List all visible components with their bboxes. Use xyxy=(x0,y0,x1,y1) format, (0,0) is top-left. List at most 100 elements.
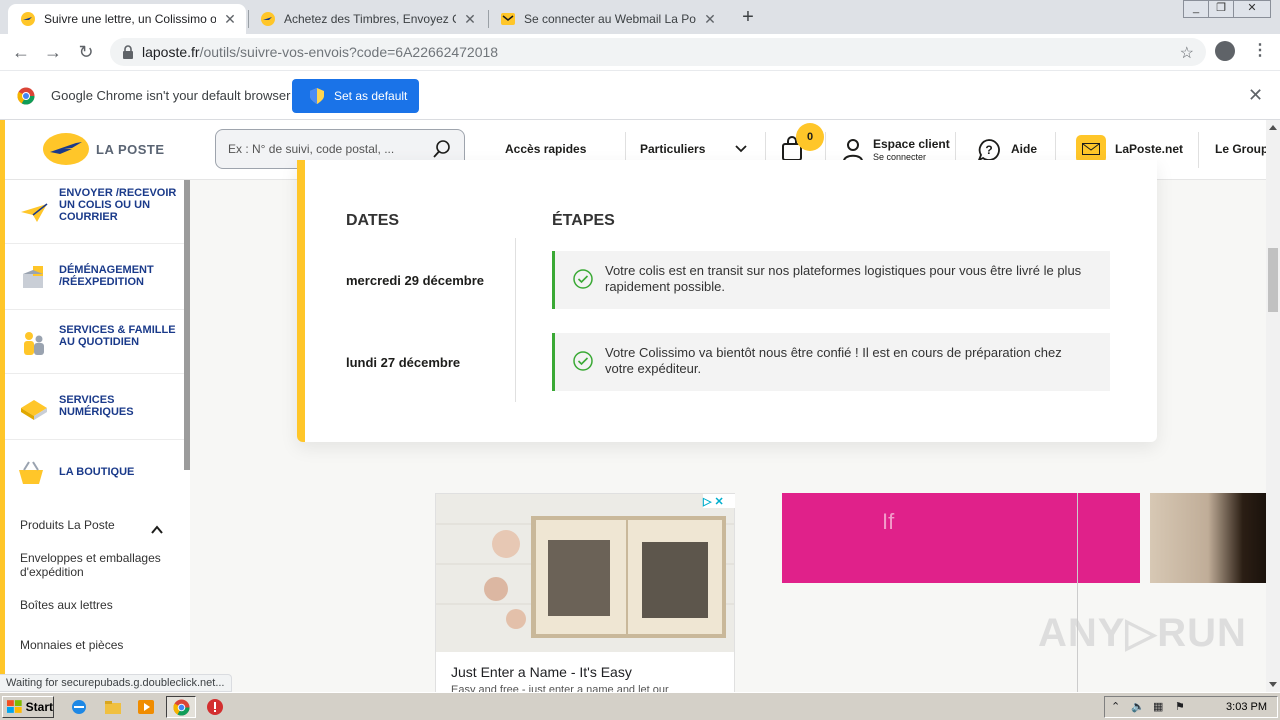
page-scrollbar[interactable] xyxy=(1266,120,1280,692)
search-placeholder: Ex : N° de suivi, code postal, ... xyxy=(228,142,395,156)
ad-text: If xyxy=(882,509,895,534)
search-icon[interactable] xyxy=(432,139,452,159)
boutique-link-produits[interactable]: Produits La Poste xyxy=(20,518,180,532)
advertisement-image[interactable] xyxy=(1150,493,1266,583)
laposte-bird-logo-icon xyxy=(43,133,89,165)
sidebar-item-label: LA BOUTIQUE xyxy=(59,466,135,478)
sidebar-item-services-numeriques[interactable]: SERVICES NUMÉRIQUES xyxy=(5,374,185,440)
profile-avatar-icon[interactable] xyxy=(1215,41,1235,61)
tab-suivre[interactable]: Suivre une lettre, un Colissimo ou un ✕ xyxy=(8,4,246,34)
tracking-card: DATES ÉTAPES mercredi 29 décembre Votre … xyxy=(297,160,1157,442)
scroll-up-arrow-icon[interactable] xyxy=(1269,125,1277,130)
tab-timbres[interactable]: Achetez des Timbres, Envoyez Courr ✕ xyxy=(248,4,486,34)
scroll-down-arrow-icon[interactable] xyxy=(1269,682,1277,687)
anyrun-watermark: ANY▷RUN xyxy=(1038,611,1247,655)
event-date: lundi 27 décembre xyxy=(346,355,461,370)
steps-header: ÉTAPES xyxy=(552,212,615,229)
advertisement-pink-banner[interactable]: If xyxy=(782,493,1140,583)
forward-arrow-icon[interactable]: → xyxy=(42,42,64,64)
url-host: laposte.fr xyxy=(142,44,200,60)
check-circle-icon xyxy=(573,351,593,371)
taskbar-chrome-button[interactable] xyxy=(166,696,196,718)
svg-text:?: ? xyxy=(985,143,992,157)
chevron-down-icon[interactable] xyxy=(734,142,748,156)
espace-client-link[interactable]: Espace client xyxy=(873,137,950,151)
tab-webmail[interactable]: Se connecter au Webmail La Poste - ✕ xyxy=(488,4,726,34)
moving-box-icon xyxy=(23,266,43,288)
scroll-thumb[interactable] xyxy=(1268,248,1278,312)
tray-expand-icon[interactable]: ⌃ xyxy=(1111,700,1125,714)
address-bar[interactable]: laposte.fr/outils/suivre-vos-envois?code… xyxy=(110,38,1206,66)
laposte-favicon-icon xyxy=(261,12,275,26)
media-player-icon[interactable] xyxy=(137,698,155,716)
reload-icon[interactable]: ↻ xyxy=(75,42,97,64)
digital-device-icon xyxy=(21,400,47,420)
infobar-close-icon[interactable]: ✕ xyxy=(1248,85,1263,106)
window-close-button[interactable]: ✕ xyxy=(1233,0,1271,18)
tab-close-icon[interactable]: ✕ xyxy=(702,11,718,28)
browser-toolbar: ← → ↻ laposte.fr/outils/suivre-vos-envoi… xyxy=(0,34,1280,70)
particuliers-menu[interactable]: Particuliers xyxy=(640,142,705,156)
laposte-logo[interactable]: LA POSTE xyxy=(42,132,165,166)
back-arrow-icon[interactable]: ← xyxy=(10,42,32,64)
stop-sign-icon[interactable] xyxy=(206,698,224,716)
sidebar-item-label: SERVICES NUMÉRIQUES xyxy=(59,394,134,418)
quick-access-link[interactable]: Accès rapides xyxy=(505,142,586,156)
internet-explorer-icon[interactable] xyxy=(70,698,88,716)
infobar-message: Google Chrome isn't your default browser xyxy=(51,88,291,103)
shopping-basket-icon xyxy=(19,461,43,484)
tab-close-icon[interactable]: ✕ xyxy=(462,11,478,28)
boutique-link-boites[interactable]: Boîtes aux lettres xyxy=(20,598,180,612)
maximize-button[interactable]: ❐ xyxy=(1208,0,1234,18)
tab-close-icon[interactable]: ✕ xyxy=(222,11,238,28)
network-icon[interactable]: ▦ xyxy=(1153,700,1167,714)
sidebar: ENVOYER /RECEVOIR UN COLIS OU UN COURRIE… xyxy=(5,180,190,692)
webpage: LA POSTE Ex : N° de suivi, code postal, … xyxy=(0,120,1266,692)
laposte-net-icon[interactable] xyxy=(1076,135,1106,163)
minimize-button[interactable]: _ xyxy=(1183,0,1209,18)
ad-title: Just Enter a Name - It's Easy xyxy=(451,664,632,680)
tracking-step: Votre colis est en transit sur nos plate… xyxy=(552,251,1110,309)
cart-count-badge: 0 xyxy=(796,123,824,151)
help-bubble-icon[interactable]: ? xyxy=(977,138,1001,162)
sidebar-scrollbar[interactable] xyxy=(184,180,190,470)
adchoices-icon[interactable]: ▷ ✕ xyxy=(703,494,735,508)
laposte-favicon-icon xyxy=(21,12,35,26)
start-label: Start xyxy=(25,700,53,714)
action-center-flag-icon[interactable]: ⚑ xyxy=(1175,700,1189,714)
volume-icon[interactable]: 🔈 xyxy=(1131,700,1145,714)
adchoices-label: ▷ ✕ xyxy=(703,496,724,508)
sidebar-item-label: SERVICES & FAMILLE AU QUOTIDIEN xyxy=(59,324,176,348)
new-tab-button[interactable]: + xyxy=(738,6,758,28)
laposte-net-link[interactable]: LaPoste.net xyxy=(1115,142,1183,156)
tab-title: Achetez des Timbres, Envoyez Courr xyxy=(284,12,456,26)
tracking-step: Votre Colissimo va bientôt nous être con… xyxy=(552,333,1110,391)
default-browser-infobar: Google Chrome isn't your default browser… xyxy=(0,70,1280,120)
chrome-menu-icon[interactable]: ⋮ xyxy=(1252,42,1268,60)
boutique-link-monnaies[interactable]: Monnaies et pièces xyxy=(20,638,180,652)
system-tray: ⌃ 🔈 ▦ ⚑ 3:03 PM xyxy=(1104,696,1278,718)
windows-taskbar: Start ⌃ 🔈 ▦ ⚑ 3:03 PM xyxy=(0,692,1280,720)
user-icon[interactable] xyxy=(842,138,864,162)
le-groupe-link[interactable]: Le Group xyxy=(1215,142,1266,156)
sidebar-item-demenagement[interactable]: DÉMÉNAGEMENT /RÉEXPEDITION xyxy=(5,244,185,310)
sidebar-item-envoyer[interactable]: ENVOYER /RECEVOIR UN COLIS OU UN COURRIE… xyxy=(5,180,185,244)
taskbar-clock: 3:03 PM xyxy=(1226,701,1267,713)
advertisement-photo-book[interactable]: Just Enter a Name - It's Easy Easy and f… xyxy=(435,493,735,692)
aide-link[interactable]: Aide xyxy=(1011,142,1037,156)
ad-image xyxy=(436,494,734,652)
step-text: Votre Colissimo va bientôt nous être con… xyxy=(605,345,1062,376)
bookmark-star-icon[interactable]: ☆ xyxy=(1180,43,1194,63)
dates-header: DATES xyxy=(346,212,400,229)
check-circle-icon xyxy=(573,269,593,289)
boutique-link-enveloppes[interactable]: Enveloppes et emballages d'expédition xyxy=(20,551,180,579)
folder-icon[interactable] xyxy=(104,698,122,716)
start-button[interactable]: Start xyxy=(2,696,54,718)
sidebar-item-label: ENVOYER /RECEVOIR UN COLIS OU UN COURRIE… xyxy=(59,187,177,223)
sidebar-item-boutique[interactable]: LA BOUTIQUE xyxy=(5,440,185,504)
sidebar-item-services-famille[interactable]: SERVICES & FAMILLE AU QUOTIDIEN xyxy=(5,310,185,374)
set-as-default-label: Set as default xyxy=(334,89,408,103)
tab-strip: Suivre une lettre, un Colissimo ou un ✕ … xyxy=(0,0,1280,34)
event-date: mercredi 29 décembre xyxy=(346,273,485,288)
set-as-default-button[interactable]: Set as default xyxy=(292,79,419,113)
